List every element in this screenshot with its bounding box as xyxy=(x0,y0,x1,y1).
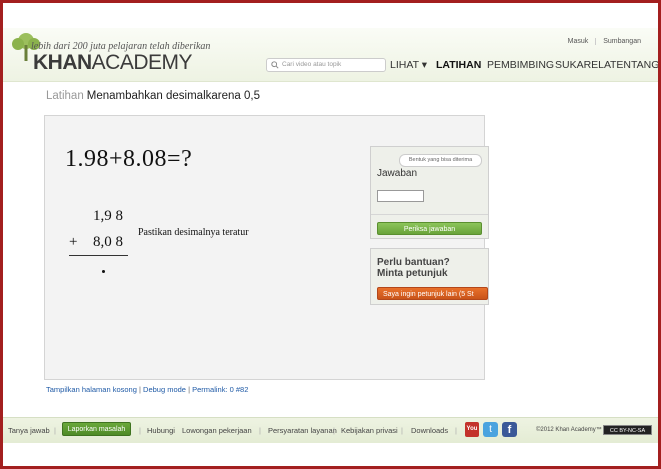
instruction-text: Pastikan desimalnya teratur xyxy=(138,227,249,238)
footer-downloads-link[interactable]: Downloads xyxy=(411,426,448,435)
separator: | xyxy=(188,385,191,394)
search-input[interactable]: Cari video atau topik xyxy=(266,58,386,72)
nav-tentang[interactable]: TENTANG xyxy=(610,59,658,71)
separator: | xyxy=(139,426,141,435)
login-link[interactable]: Masuk xyxy=(560,38,597,45)
nav-lihat[interactable]: LIHAT ▾ xyxy=(390,59,427,71)
addend-1: 1,9 8 xyxy=(93,208,123,224)
nav-latihan[interactable]: LATIHAN xyxy=(436,59,481,71)
breadcrumb: Latihan Menambahkan desimalkarena 0,5 xyxy=(46,90,260,102)
problem-statement: 1.98+8.08=? xyxy=(65,146,193,172)
creative-commons-badge[interactable]: CC BY-NC-SA xyxy=(603,425,652,435)
footer-contact-link[interactable]: Hubungi xyxy=(147,426,175,435)
separator: | xyxy=(259,426,261,435)
account-links: Masuk Sumbangan xyxy=(560,38,648,45)
hint-button[interactable]: Saya ingin petunjuk lain (5 St xyxy=(377,287,488,300)
check-answer-button[interactable]: Periksa jawaban xyxy=(377,222,482,235)
footer-terms-link[interactable]: Persyaratan layanan xyxy=(268,426,337,435)
page-title: Menambahkan desimalkarena 0,5 xyxy=(86,90,260,102)
search-icon xyxy=(271,61,279,69)
copyright-text: ©2012 Khan Academy™ xyxy=(536,427,602,433)
debug-mode-link[interactable]: Debug mode xyxy=(143,385,186,394)
nav-pembimbing[interactable]: PEMBIMBING xyxy=(487,59,554,71)
search-placeholder: Cari video atau topik xyxy=(282,61,342,68)
answer-label: Jawaban xyxy=(377,168,418,179)
decimal-point xyxy=(102,270,105,273)
footer-ask-link[interactable]: Tanya jawab xyxy=(8,426,50,435)
nav-sukarela[interactable]: SUKARELA xyxy=(555,59,611,71)
answer-area: Bentuk yang bisa diterima Jawaban Periks… xyxy=(370,146,489,239)
accepted-formats-button[interactable]: Bentuk yang bisa diterima xyxy=(399,154,482,167)
separator: | xyxy=(54,426,56,435)
debug-links: Tampilkan halaman kosong | Debug mode | … xyxy=(46,385,248,394)
breadcrumb-section[interactable]: Latihan xyxy=(46,90,84,102)
help-area: Perlu bantuan? Minta petunjuk Saya ingin… xyxy=(370,248,489,305)
divider xyxy=(371,214,488,215)
separator: | xyxy=(401,426,403,435)
addend-2: 8,0 8 xyxy=(93,234,123,250)
site-footer: Tanya jawab | Laporkan masalah | Hubungi… xyxy=(3,417,658,443)
youtube-icon[interactable]: You xyxy=(465,422,479,437)
plus-sign: + xyxy=(69,234,78,250)
page: lebih dari 200 juta pelajaran telah dibe… xyxy=(3,3,658,466)
logo-bold: KHAN xyxy=(33,51,92,74)
permalink-link[interactable]: Permalink: 0 #82 xyxy=(192,385,248,394)
site-logo[interactable]: KHANACADEMY xyxy=(33,51,193,75)
answer-input[interactable] xyxy=(377,190,424,202)
help-title: Perlu bantuan? Minta petunjuk xyxy=(377,257,450,279)
twitter-icon[interactable]: t xyxy=(483,422,498,437)
help-title-line1: Perlu bantuan? xyxy=(377,257,450,268)
separator: | xyxy=(138,385,141,394)
blank-page-link[interactable]: Tampilkan halaman kosong xyxy=(46,385,137,394)
site-header: lebih dari 200 juta pelajaran telah dibe… xyxy=(3,28,658,82)
footer-jobs-link[interactable]: Lowongan pekerjaan xyxy=(182,426,252,435)
sum-line xyxy=(69,255,128,256)
separator: | xyxy=(455,426,457,435)
donate-link[interactable]: Sumbangan xyxy=(596,38,648,45)
help-title-line2: Minta petunjuk xyxy=(377,268,448,279)
logo-light: ACADEMY xyxy=(91,51,193,74)
footer-privacy-link[interactable]: Kebijakan privasi xyxy=(341,426,398,435)
facebook-icon[interactable]: f xyxy=(502,422,517,437)
report-problem-button[interactable]: Laporkan masalah xyxy=(62,422,131,436)
separator: | xyxy=(333,426,335,435)
